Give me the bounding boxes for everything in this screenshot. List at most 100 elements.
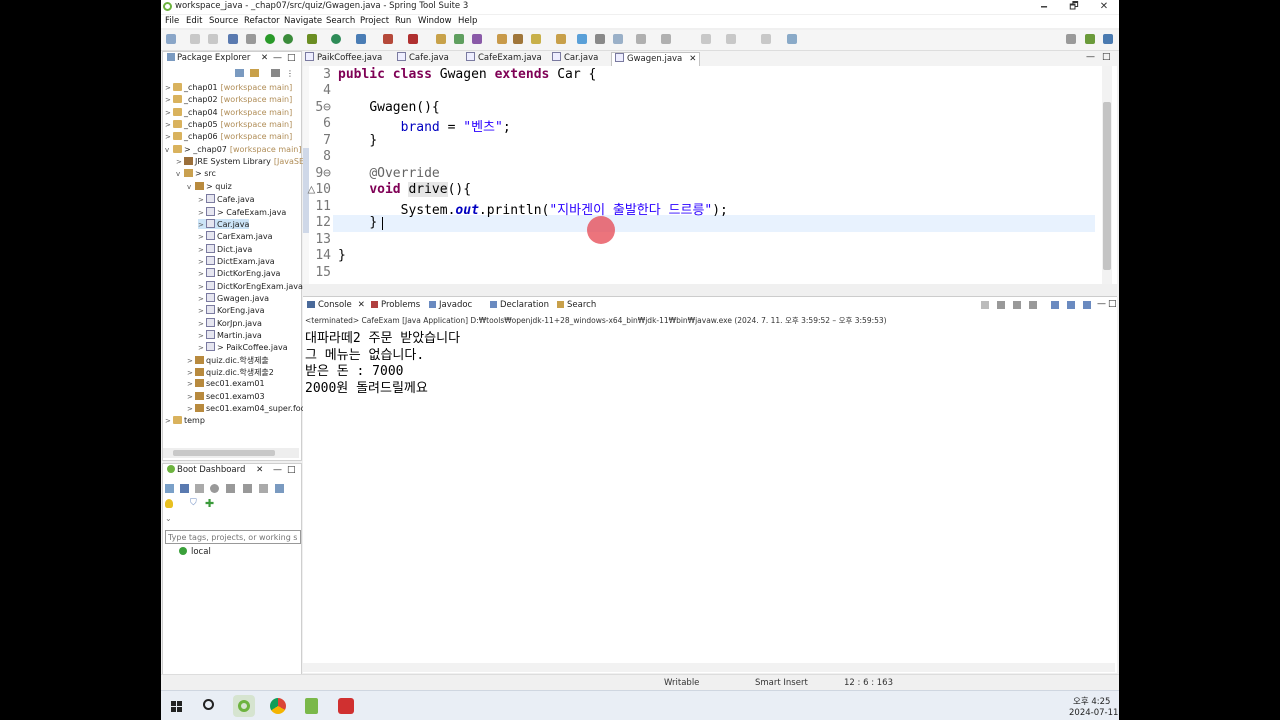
java-perspective-icon[interactable] bbox=[1085, 34, 1095, 44]
tree-item[interactable]: > _chap05 [workspace main] bbox=[165, 120, 292, 129]
app-taskbar-icon[interactable] bbox=[335, 695, 357, 717]
tree-item[interactable]: > _chap04 [workspace main] bbox=[165, 107, 292, 117]
toggle-mark-occurrences-icon[interactable] bbox=[577, 34, 587, 44]
tree-item[interactable]: > KorJpn.java bbox=[198, 317, 262, 328]
open-type-icon[interactable] bbox=[497, 34, 507, 44]
tab-cafe[interactable]: Cafe.java bbox=[397, 52, 449, 65]
chevron-right-icon[interactable]: > bbox=[198, 283, 206, 291]
next-annotation-icon[interactable] bbox=[636, 34, 646, 44]
tree-item[interactable]: > _chap06 [workspace main] bbox=[165, 132, 292, 141]
tab-cafeexam[interactable]: CafeExam.java bbox=[466, 52, 542, 65]
minimize-editor-icon[interactable]: — bbox=[1086, 52, 1095, 62]
link-with-editor-icon[interactable] bbox=[250, 69, 259, 77]
tab-javadoc[interactable]: Javadoc bbox=[429, 300, 472, 310]
skip-breakpoints-icon[interactable] bbox=[246, 34, 256, 44]
tab-car[interactable]: Car.java bbox=[552, 52, 598, 65]
open-perspective-icon[interactable] bbox=[1066, 34, 1076, 44]
stop-app-icon[interactable] bbox=[195, 484, 204, 493]
tree-item[interactable]: > CarExam.java bbox=[198, 231, 273, 241]
menu-source[interactable]: Source bbox=[209, 16, 238, 26]
close-view-icon[interactable]: ✕ bbox=[256, 465, 263, 475]
tab-problems[interactable]: Problems bbox=[371, 300, 420, 310]
filter-icon[interactable]: ⛉ bbox=[190, 498, 197, 508]
terminate-icon[interactable] bbox=[981, 301, 989, 309]
scrollbar-thumb[interactable] bbox=[173, 450, 275, 456]
chevron-right-icon[interactable]: > bbox=[198, 221, 206, 229]
chevron-right-icon[interactable]: > bbox=[198, 307, 206, 315]
previous-annotation-icon[interactable] bbox=[661, 34, 671, 44]
remove-all-icon[interactable] bbox=[1013, 301, 1021, 309]
debug-app-icon[interactable] bbox=[210, 484, 219, 493]
chevron-right-icon[interactable]: > bbox=[198, 295, 206, 303]
run-icon[interactable] bbox=[331, 34, 341, 44]
package-explorer-tab[interactable]: Package Explorer ✕ bbox=[163, 52, 273, 68]
chevron-right-icon[interactable]: > bbox=[187, 393, 195, 401]
chevron-right-icon[interactable]: > bbox=[176, 158, 184, 166]
maximize-button[interactable]: 🗗 bbox=[1059, 0, 1089, 14]
scroll-lock-icon[interactable] bbox=[1051, 301, 1059, 309]
chevron-down-icon[interactable]: v bbox=[187, 183, 195, 191]
tree-item[interactable]: > sec01.exam04_super.foo bbox=[187, 404, 306, 413]
chevron-right-icon[interactable]: > bbox=[165, 417, 173, 425]
tree-item[interactable]: > sec01.exam01 bbox=[187, 379, 265, 388]
chevron-right-icon[interactable]: > bbox=[198, 246, 206, 254]
chevron-down-icon[interactable]: v bbox=[165, 146, 173, 154]
tree-item[interactable]: > quiz.dic.학생제출 bbox=[187, 355, 269, 366]
relaunch-icon[interactable] bbox=[283, 34, 293, 44]
tree-item[interactable]: > KorEng.java bbox=[198, 305, 265, 315]
tag-filter-input[interactable] bbox=[165, 530, 301, 544]
clear-console-icon[interactable] bbox=[1029, 301, 1037, 309]
start-icon[interactable] bbox=[180, 484, 189, 493]
back-icon[interactable] bbox=[726, 34, 736, 44]
chrome-taskbar-icon[interactable] bbox=[267, 695, 289, 717]
menu-project[interactable]: Project bbox=[360, 16, 389, 26]
horizontal-scrollbar[interactable] bbox=[163, 448, 299, 458]
edit-icon[interactable] bbox=[259, 484, 268, 493]
console-horizontal-scrollbar[interactable] bbox=[303, 663, 1115, 672]
tree-item[interactable]: > > CafeExam.java bbox=[198, 206, 286, 217]
spring-tool-suite-taskbar-icon[interactable] bbox=[233, 695, 255, 717]
scrollbar-thumb[interactable] bbox=[1103, 102, 1111, 270]
close-view-icon[interactable]: ✕ bbox=[261, 53, 268, 63]
lightbulb-icon[interactable] bbox=[165, 499, 173, 508]
search-toolbar-icon[interactable] bbox=[531, 34, 541, 44]
tab-declaration[interactable]: Declaration bbox=[490, 300, 549, 310]
coverage-icon[interactable] bbox=[356, 34, 366, 44]
tree-item[interactable]: > DictKorEng.java bbox=[198, 268, 280, 278]
spring-boot-icon[interactable] bbox=[265, 34, 275, 44]
add-icon[interactable]: ✚ bbox=[205, 497, 214, 510]
debug-perspective-icon[interactable] bbox=[1103, 34, 1113, 44]
minimize-console-icon[interactable]: — bbox=[1097, 299, 1106, 309]
view-menu-icon[interactable]: ⋮ bbox=[286, 69, 294, 78]
chevron-right-icon[interactable]: > bbox=[198, 233, 206, 241]
chevron-right-icon[interactable]: > bbox=[165, 96, 173, 104]
menu-navigate[interactable]: Navigate bbox=[284, 16, 322, 26]
open-browser-icon[interactable] bbox=[243, 484, 252, 493]
save-all-icon[interactable] bbox=[208, 34, 218, 44]
chevron-right-icon[interactable]: > bbox=[187, 380, 195, 388]
menu-edit[interactable]: Edit bbox=[186, 16, 202, 26]
chevron-down-icon[interactable]: v bbox=[176, 170, 184, 178]
notepad-taskbar-icon[interactable] bbox=[301, 695, 323, 717]
terminal-icon[interactable] bbox=[228, 34, 238, 44]
filters-icon[interactable] bbox=[271, 69, 280, 77]
windows-start-icon[interactable] bbox=[171, 701, 182, 712]
maximize-editor-icon[interactable]: □ bbox=[1102, 52, 1111, 62]
local-target[interactable]: local bbox=[179, 547, 211, 557]
chevron-right-icon[interactable]: > bbox=[165, 109, 173, 117]
menu-refactor[interactable]: Refactor bbox=[244, 16, 280, 26]
clock-time[interactable]: 오후 4:25 bbox=[1073, 695, 1110, 707]
open-console-icon[interactable] bbox=[226, 484, 235, 493]
minimize-view-icon[interactable]: — bbox=[273, 465, 282, 475]
tree-item[interactable]: > Martin.java bbox=[198, 330, 262, 340]
vertical-scrollbar[interactable] bbox=[1102, 66, 1112, 284]
open-task-icon[interactable] bbox=[513, 34, 523, 44]
maximize-console-icon[interactable]: □ bbox=[1108, 299, 1117, 309]
chevron-down-icon[interactable]: ⌄ bbox=[165, 514, 172, 523]
tree-item[interactable]: > DictExam.java bbox=[198, 255, 275, 266]
chevron-right-icon[interactable]: > bbox=[187, 405, 195, 413]
tab-console[interactable]: Console ✕ bbox=[307, 300, 365, 310]
tree-item[interactable]: > Car.java bbox=[198, 218, 250, 229]
menu-help[interactable]: Help bbox=[458, 16, 477, 26]
pin-editor-icon[interactable] bbox=[787, 34, 797, 44]
